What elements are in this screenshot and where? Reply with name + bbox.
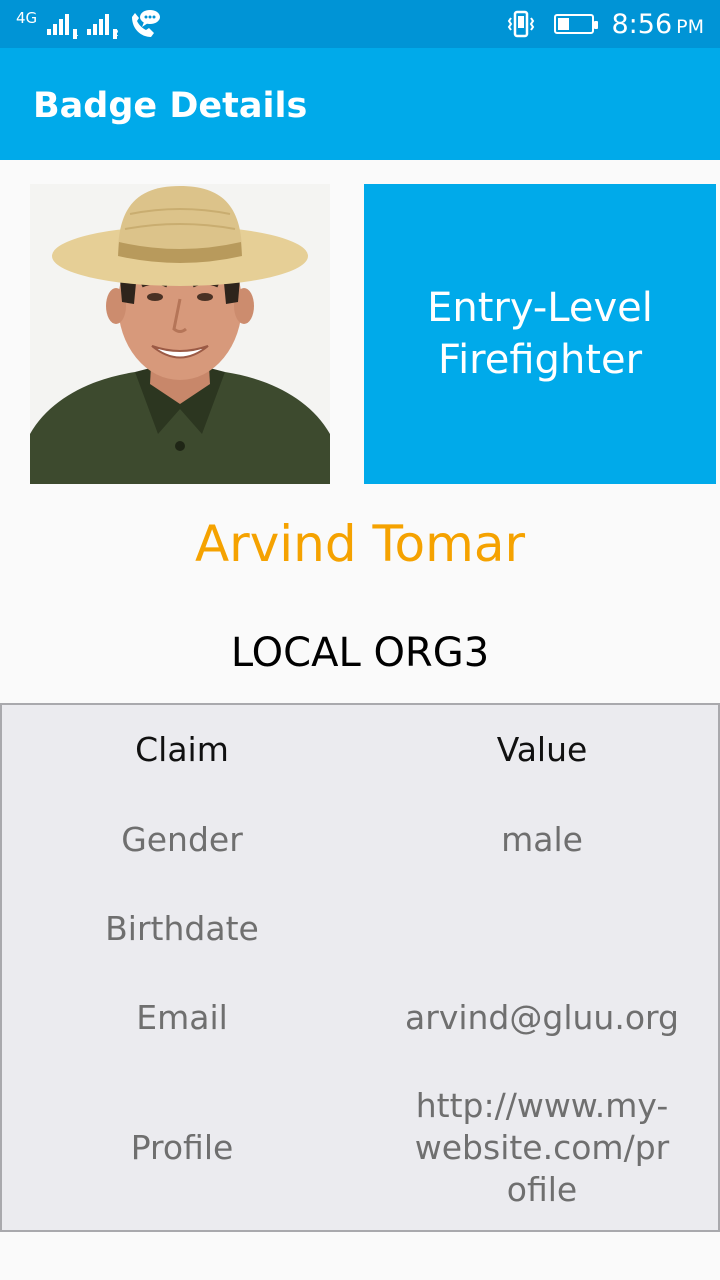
- signal-sim1-icon: 1: [47, 13, 79, 39]
- claim-cell-birthdate: Birthdate: [105, 909, 259, 948]
- claim-column-header: Claim: [135, 730, 229, 769]
- sim1-label: 1: [73, 29, 79, 39]
- value-cell-email: arvind@gluu.org: [405, 998, 679, 1037]
- status-left: 4G 1 2: [16, 8, 161, 40]
- page-title: Badge Details: [33, 86, 308, 126]
- sim2-label: 2: [113, 29, 119, 39]
- value-cell-birthdate: [362, 906, 720, 952]
- battery-level-fill: [557, 18, 569, 30]
- signal-sim2-icon: 2: [87, 13, 119, 39]
- organization-name: LOCAL ORG3: [230, 630, 490, 676]
- person-name: Arvind Tomar: [194, 515, 526, 573]
- claim-cell-email: Email: [136, 998, 228, 1037]
- clock-ampm: PM: [676, 15, 704, 38]
- person-avatar-icon: [30, 184, 330, 484]
- clock-time: 8:56: [611, 8, 673, 40]
- badge-title-tile: Entry-Level Firefighter: [364, 184, 716, 484]
- network-type-label: 4G: [16, 8, 38, 27]
- value-cell-profile: http://www.my-website.com/profile: [414, 1086, 670, 1209]
- call-chat-icon: [132, 10, 161, 37]
- badge-title: Entry-Level Firefighter: [427, 285, 653, 383]
- claim-cell-profile: Profile: [130, 1128, 234, 1167]
- status-bar: 4G 1 2 8:56 PM: [0, 0, 720, 48]
- battery-icon: [553, 14, 598, 34]
- claims-table: Claim Value Gender male Birthdate Email …: [0, 703, 720, 1232]
- claim-cell-gender: Gender: [121, 820, 243, 859]
- profile-photo: [30, 184, 330, 484]
- status-right: 8:56 PM: [506, 8, 705, 40]
- status-clock: 8:56 PM: [612, 9, 705, 40]
- vibrate-icon: [507, 10, 534, 38]
- app-bar: Badge Details: [0, 48, 720, 160]
- value-column-header: Value: [496, 730, 588, 769]
- value-cell-gender: male: [501, 820, 583, 859]
